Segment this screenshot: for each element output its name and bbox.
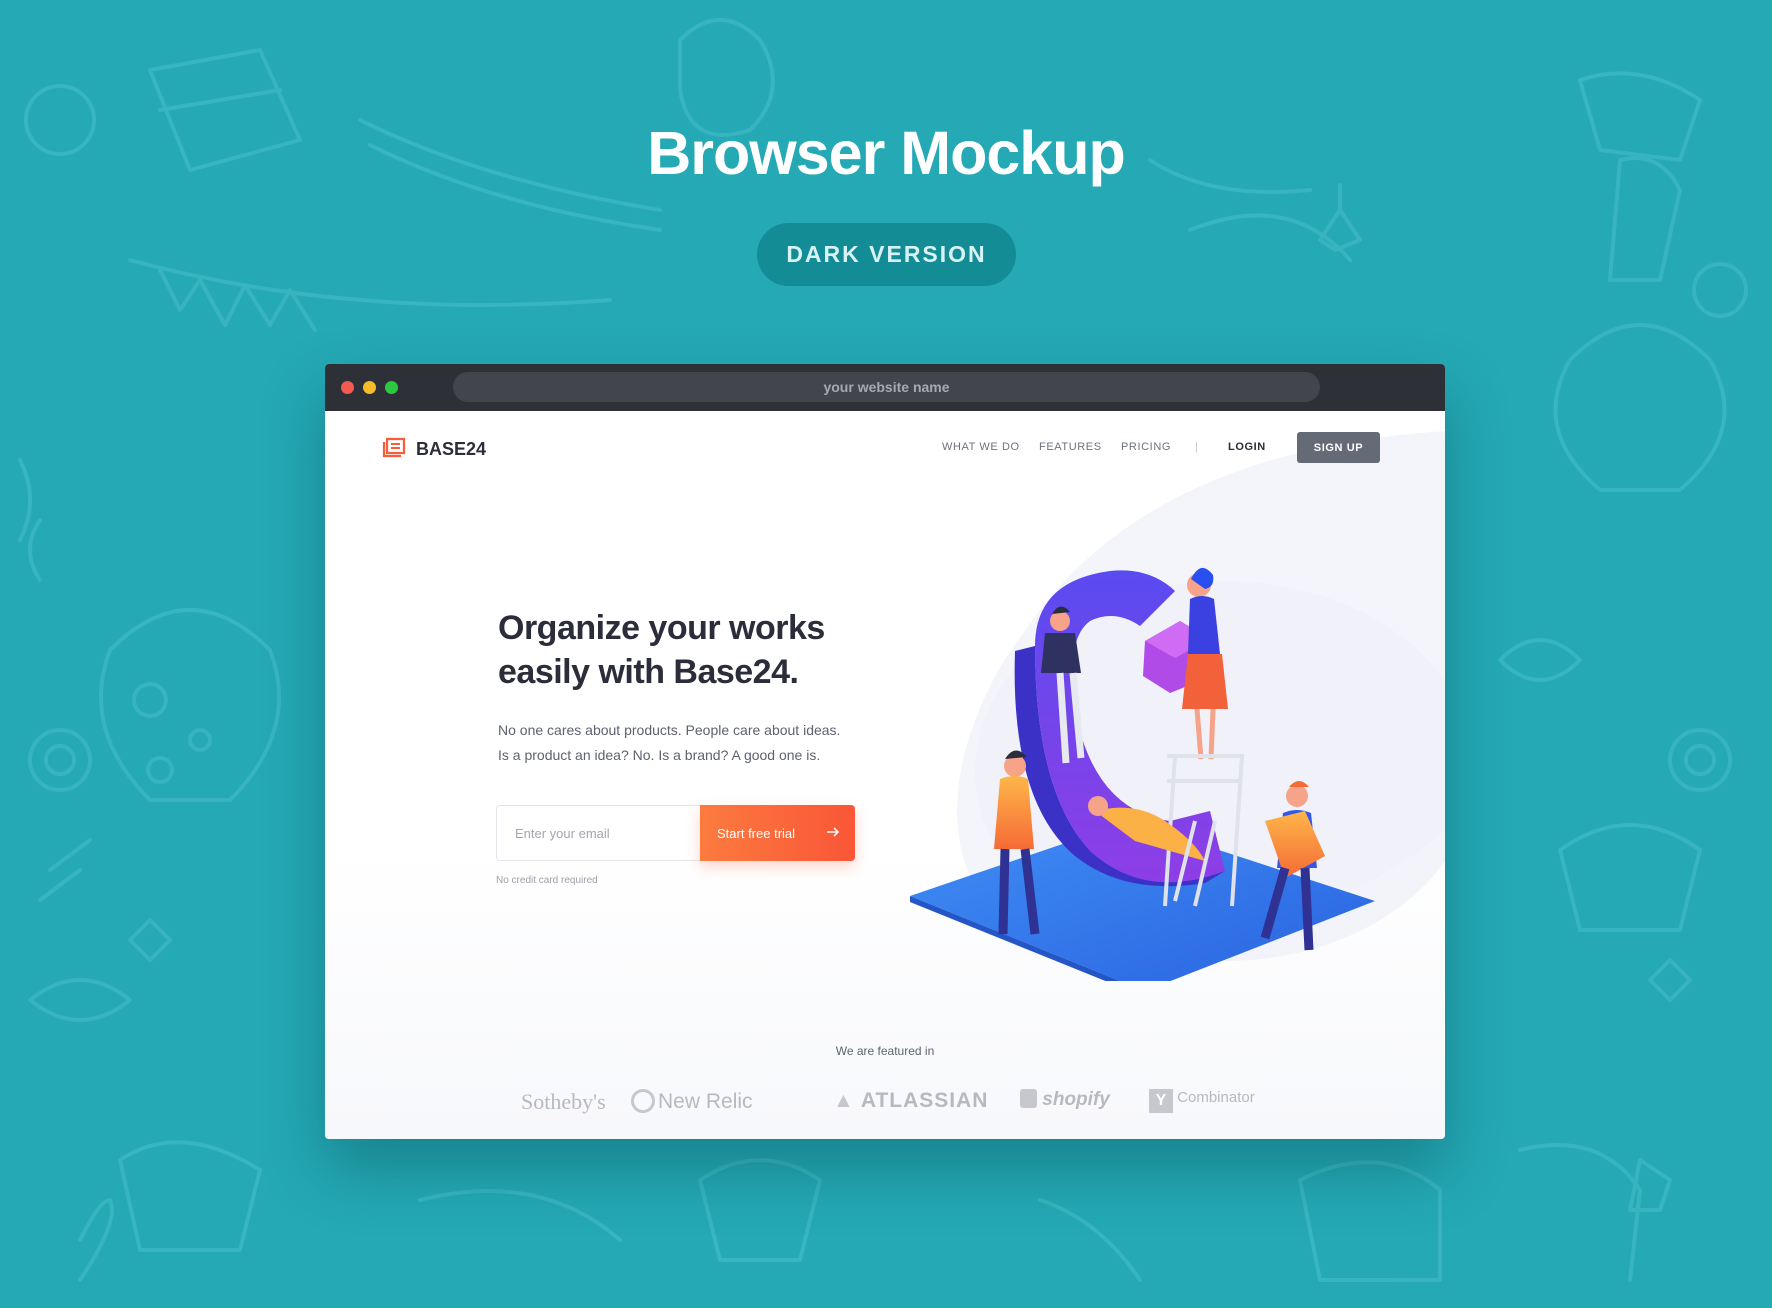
website-viewport: BASE24 WHAT WE DO FEATURES PRICING | LOG… <box>325 411 1445 1139</box>
brand-logo-atlassian: ▲ ATLASSIAN <box>833 1089 988 1113</box>
atlassian-icon: ▲ <box>833 1089 855 1112</box>
minimize-window-dot[interactable] <box>363 381 376 394</box>
hero-subtext: No one cares about products. People care… <box>498 718 878 768</box>
brand-atlassian-text: ATLASSIAN <box>860 1089 989 1112</box>
brand-shopify-text: shopify <box>1042 1089 1110 1110</box>
nav-login[interactable]: LOGIN <box>1228 441 1266 453</box>
nav-separator: | <box>1195 441 1199 453</box>
featured-in-label: We are featured in <box>835 1044 935 1058</box>
browser-toolbar: your website name <box>325 364 1445 411</box>
hero-headline: Organize your works easily with Base24. <box>498 606 918 694</box>
email-input[interactable] <box>496 805 700 861</box>
hero-subtext-line1: No one cares about products. People care… <box>498 722 841 738</box>
nav-pricing[interactable]: PRICING <box>1121 441 1171 453</box>
promo-title: Browser Mockup <box>647 119 1126 187</box>
hero-headline-line1: Organize your works <box>498 609 825 647</box>
browser-window: your website name BASE24 WHAT WE DO FEAT… <box>325 364 1445 1139</box>
site-logo[interactable]: BASE24 <box>382 436 486 463</box>
brand-logo-shopify: shopify <box>1020 1089 1110 1111</box>
y-combinator-icon: Y <box>1149 1089 1173 1113</box>
signup-button[interactable]: SIGN UP <box>1297 432 1380 463</box>
logo-text: BASE24 <box>416 439 487 459</box>
brand-logo-new-relic: New Relic <box>631 1089 753 1114</box>
new-relic-icon <box>631 1089 655 1113</box>
maximize-window-dot[interactable] <box>385 381 398 394</box>
hero-subtext-line2: Is a product an idea? No. Is a brand? A … <box>498 747 821 763</box>
dark-version-badge[interactable]: DARK VERSION <box>757 223 1016 286</box>
brand-logo-sothebys: Sotheby's <box>521 1089 606 1114</box>
start-free-trial-label: Start free trial <box>717 825 796 841</box>
shopify-bag-icon <box>1020 1089 1037 1108</box>
hero-illustration <box>910 567 1375 981</box>
arrow-right-icon <box>826 826 840 841</box>
close-window-dot[interactable] <box>341 381 354 394</box>
start-free-trial-button[interactable]: Start free trial <box>700 805 855 861</box>
brand-combinator-text: Combinator <box>1177 1089 1255 1106</box>
nav-what-we-do[interactable]: WHAT WE DO <box>942 441 1020 453</box>
address-bar[interactable]: your website name <box>453 372 1320 402</box>
document-stack-icon <box>382 436 408 463</box>
brand-logo-y-combinator: Y Combinator <box>1149 1089 1255 1113</box>
no-credit-card-note: No credit card required <box>496 875 598 886</box>
brand-new-relic-text: New Relic <box>658 1090 753 1113</box>
hero-headline-line2: easily with Base24. <box>498 653 799 691</box>
nav-features[interactable]: FEATURES <box>1039 441 1102 453</box>
